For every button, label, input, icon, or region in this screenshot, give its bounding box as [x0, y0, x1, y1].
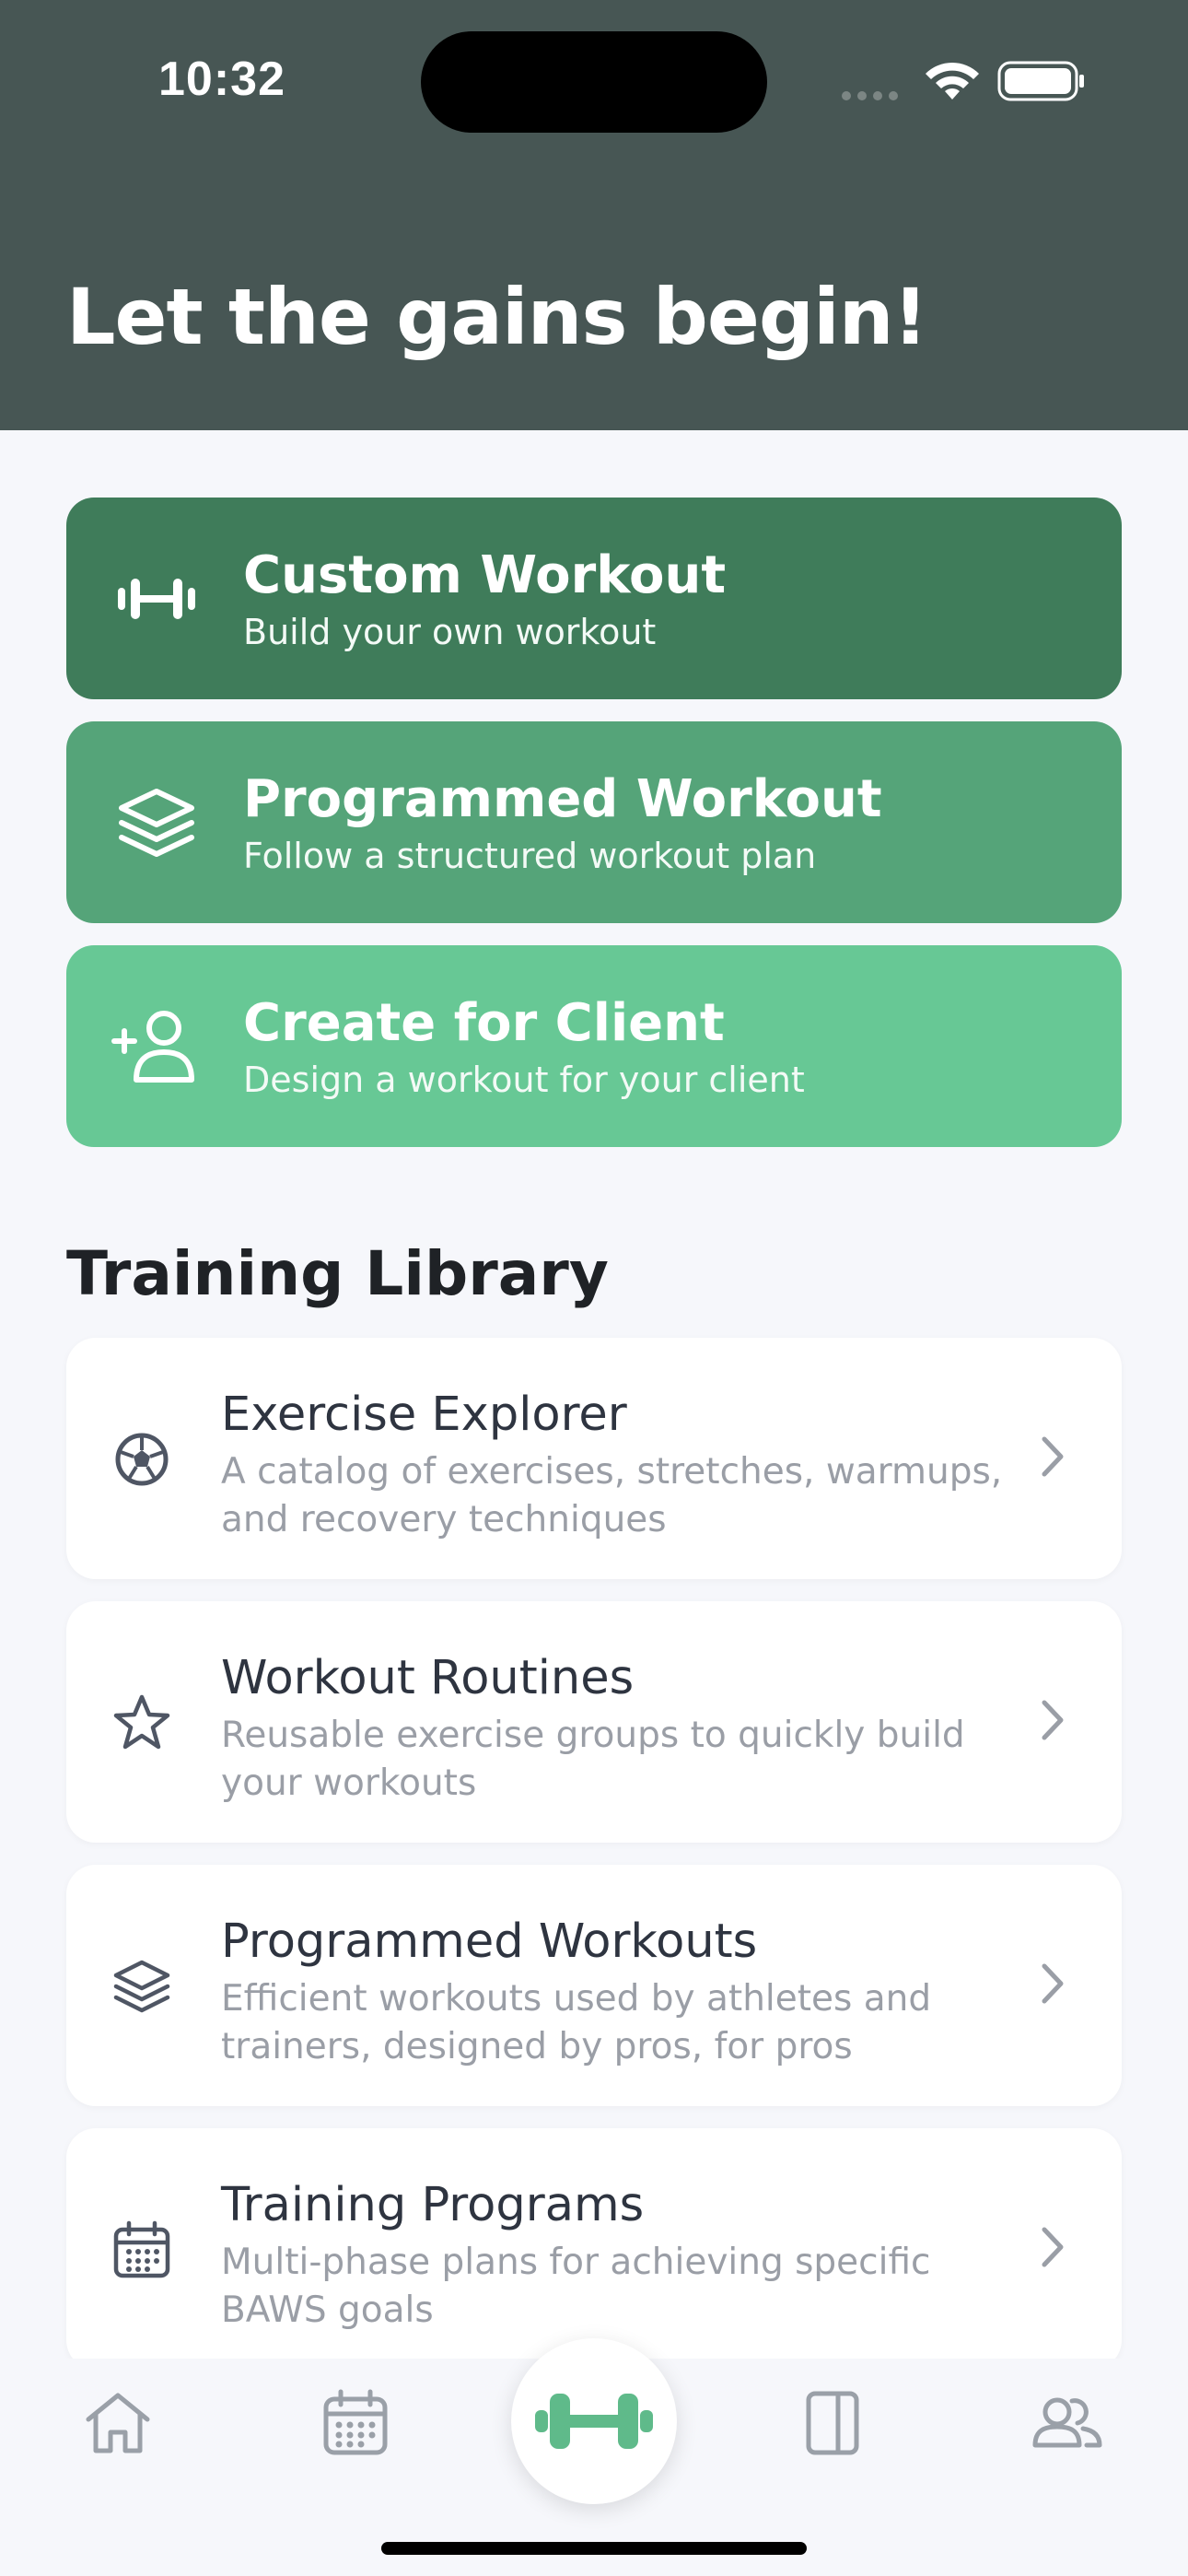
workout-tab-button[interactable]: [511, 2338, 677, 2504]
training-library-title: Training Library: [66, 1238, 609, 1309]
programmed-workout-button[interactable]: Programmed Workout Follow a structured w…: [66, 721, 1122, 923]
action-subtitle: Build your own workout: [243, 612, 657, 652]
item-title: Exercise Explorer: [221, 1388, 627, 1442]
book-icon[interactable]: [796, 2386, 869, 2460]
training-programs-item[interactable]: Training Programs Multi-phase plans for …: [66, 2128, 1122, 2370]
workout-routines-item[interactable]: Workout Routines Reusable exercise group…: [66, 1601, 1122, 1843]
item-description: Reusable exercise groups to quickly buil…: [221, 1715, 965, 1804]
signal-icon: [842, 87, 904, 104]
action-title: Create for Client: [243, 993, 725, 1053]
wifi-icon: [926, 62, 979, 100]
create-for-client-button[interactable]: Create for Client Design a workout for y…: [66, 945, 1122, 1147]
item-title: Training Programs: [221, 2178, 645, 2232]
star-icon: [113, 1694, 170, 1750]
item-description: Efficient workouts used by athletes and …: [221, 1978, 932, 2067]
calendar-icon[interactable]: [319, 2386, 392, 2460]
chevron-right-icon: [1042, 2227, 1064, 2267]
dynamic-island: [421, 31, 767, 133]
item-title: Programmed Workouts: [221, 1914, 758, 1969]
dumbbell-icon: [118, 579, 195, 619]
dumbbell-icon: [535, 2394, 653, 2449]
exercise-explorer-item[interactable]: Exercise Explorer A catalog of exercises…: [66, 1338, 1122, 1579]
chevron-right-icon: [1042, 1963, 1064, 2004]
battery-icon: [997, 61, 1084, 101]
status-time: 10:32: [158, 53, 285, 106]
item-description: Multi-phase plans for achieving specific…: [221, 2242, 931, 2331]
action-title: Programmed Workout: [243, 769, 882, 829]
header: 10:32 Let the gains begin!: [0, 0, 1188, 430]
home-indicator: [381, 2542, 807, 2555]
soccer-ball-icon: [115, 1433, 169, 1486]
action-title: Custom Workout: [243, 545, 727, 605]
calendar-icon: [113, 2220, 170, 2278]
custom-workout-button[interactable]: Custom Workout Build your own workout: [66, 498, 1122, 699]
action-subtitle: Design a workout for your client: [243, 1060, 805, 1100]
chevron-right-icon: [1042, 1700, 1064, 1740]
action-subtitle: Follow a structured workout plan: [243, 836, 817, 876]
add-user-icon: [111, 1011, 194, 1083]
page-title: Let the gains begin!: [66, 272, 928, 362]
users-icon[interactable]: [1030, 2386, 1103, 2460]
chevron-right-icon: [1042, 1436, 1064, 1477]
home-icon[interactable]: [81, 2386, 155, 2460]
item-title: Workout Routines: [221, 1651, 635, 1705]
layers-icon: [119, 789, 194, 857]
item-description: A catalog of exercises, stretches, warmu…: [221, 1451, 1003, 1540]
programmed-workouts-item[interactable]: Programmed Workouts Efficient workouts u…: [66, 1865, 1122, 2106]
layers-icon: [113, 1960, 170, 2013]
